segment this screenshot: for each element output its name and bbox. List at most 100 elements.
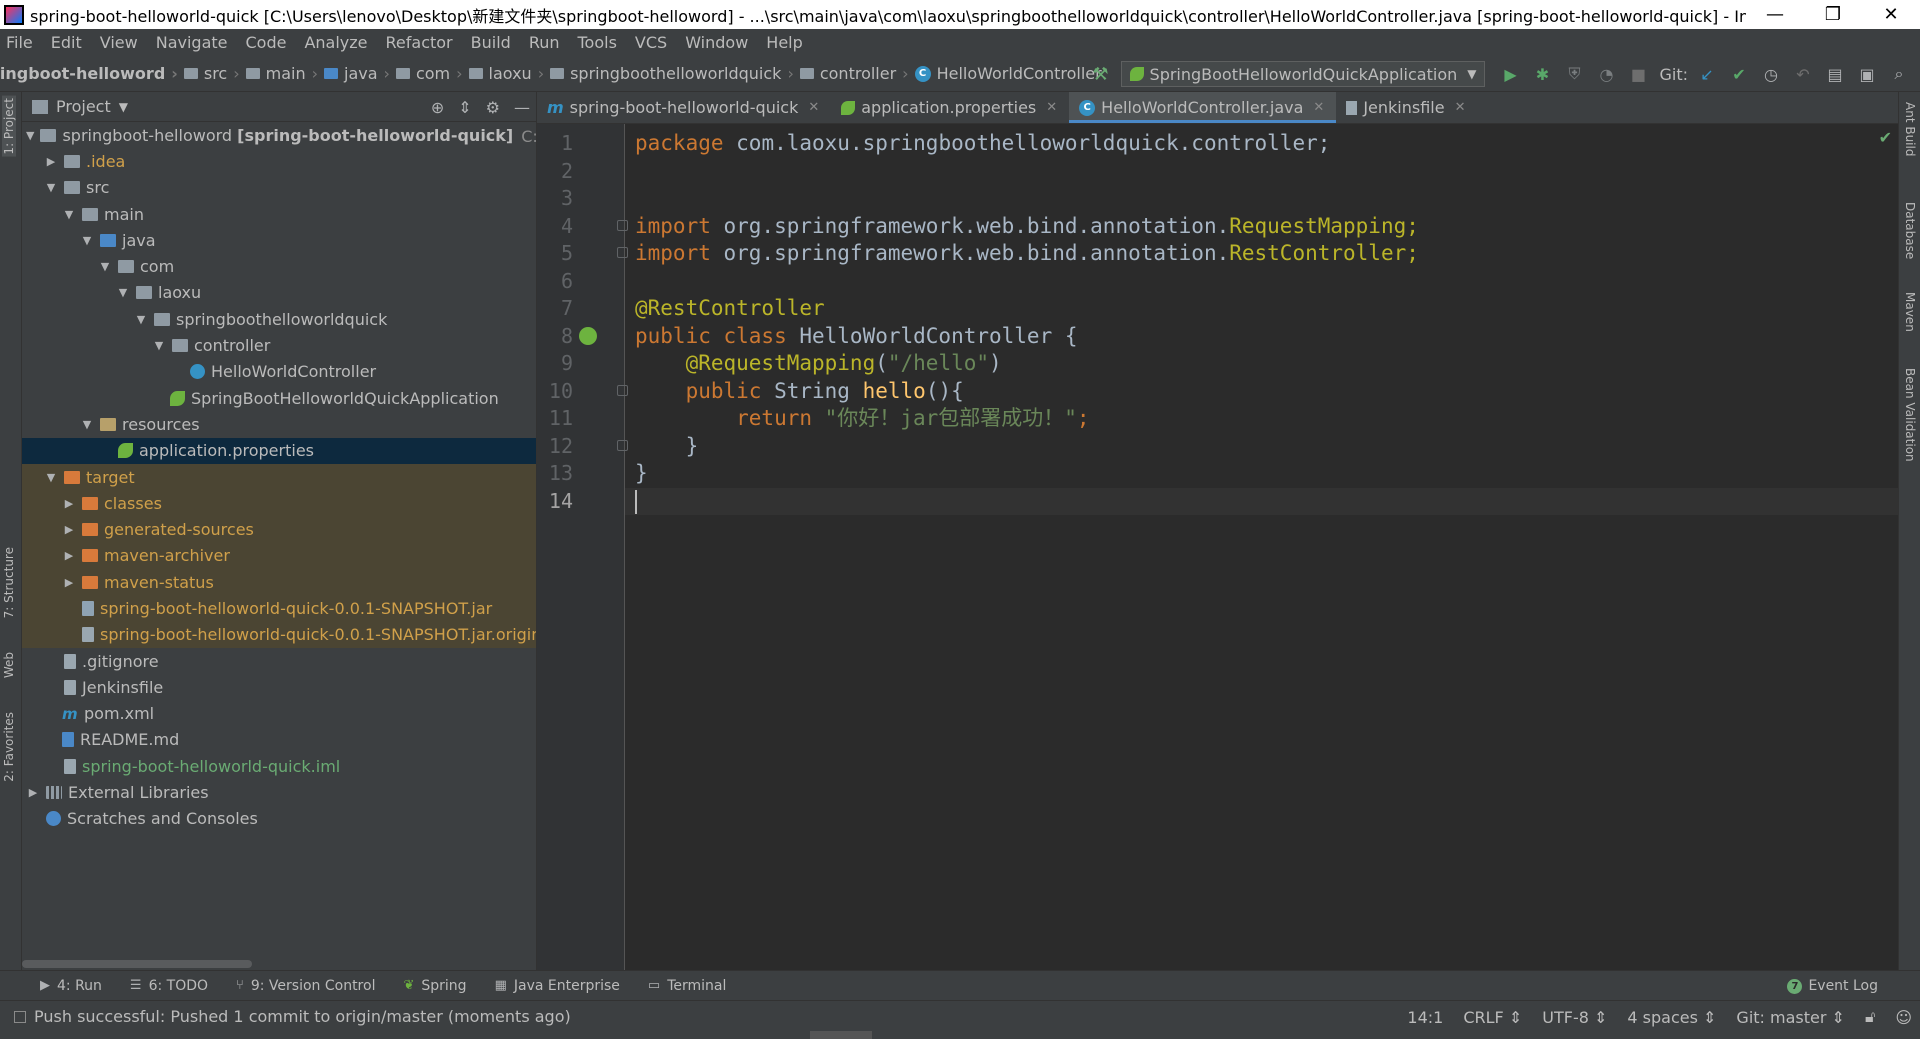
git-update-icon[interactable]: ↙ <box>1696 63 1718 85</box>
tree-item[interactable]: .gitignore <box>22 648 536 674</box>
collapse-all-icon[interactable]: ⇕ <box>458 98 471 117</box>
encoding-selector[interactable]: UTF-8 ⇕ <box>1542 1008 1607 1027</box>
menu-run[interactable]: Run <box>529 33 560 52</box>
chevron-right-icon[interactable]: ▶ <box>26 786 40 799</box>
tool-tab-web[interactable]: Web <box>2 652 16 678</box>
event-log-tab[interactable]: 7 Event Log <box>1787 971 1878 1001</box>
fold-marker-icon[interactable] <box>617 220 628 231</box>
menu-code[interactable]: Code <box>246 33 287 52</box>
toggle-tool-windows-icon[interactable] <box>14 1011 26 1023</box>
git-rollback-icon[interactable]: ↶ <box>1792 63 1814 85</box>
tree-item[interactable]: ▶ External Libraries <box>22 779 536 805</box>
inspection-ok-icon[interactable]: ✔ <box>1879 128 1892 147</box>
search-icon[interactable]: ⌕ <box>1888 63 1910 85</box>
breadcrumb-controller[interactable]: controller › <box>799 64 909 83</box>
chevron-down-icon[interactable]: ▼ <box>98 260 112 273</box>
breadcrumb-laoxu[interactable]: laoxu › <box>468 64 544 83</box>
menu-file[interactable]: File <box>6 33 33 52</box>
fold-marker-icon[interactable] <box>617 247 628 258</box>
menu-analyze[interactable]: Analyze <box>304 33 367 52</box>
tool-tab-terminal[interactable]: ▭ Terminal <box>648 978 726 994</box>
editor-gutter[interactable]: 1 2 3 4 5 6 7 8 9 10 11 12 13 14 <box>537 124 628 970</box>
build-hammer-icon[interactable]: ⚒ <box>1092 64 1108 85</box>
locate-file-icon[interactable]: ⊕ <box>431 98 444 117</box>
breadcrumb-springboothelloworldquick[interactable]: springboothelloworldquick › <box>550 64 794 83</box>
tool-tab-ant-build[interactable]: Ant Build <box>1903 102 1917 156</box>
tool-tab-database[interactable]: Database <box>1903 202 1917 259</box>
tool-tab-project[interactable]: 1: Project <box>2 96 16 157</box>
close-icon[interactable]: ✕ <box>1046 100 1057 115</box>
menu-vcs[interactable]: VCS <box>635 33 667 52</box>
menu-window[interactable]: Window <box>685 33 748 52</box>
breadcrumb-root[interactable]: ringboot-helloword › <box>0 64 178 83</box>
tool-tab-java-enterprise[interactable]: ▦ Java Enterprise <box>495 978 620 994</box>
fold-marker-icon[interactable] <box>617 440 628 451</box>
indent-selector[interactable]: 4 spaces ⇕ <box>1627 1008 1716 1027</box>
tree-item[interactable]: Scratches and Consoles <box>22 806 536 832</box>
breadcrumb-com[interactable]: com › <box>395 64 463 83</box>
tree-item[interactable]: ▼ resources <box>22 411 536 437</box>
chevron-down-icon[interactable]: ▼ <box>44 471 58 484</box>
menu-build[interactable]: Build <box>471 33 511 52</box>
menu-view[interactable]: View <box>100 33 138 52</box>
chevron-right-icon[interactable]: ▶ <box>62 497 76 510</box>
tree-item[interactable]: ▼ java <box>22 227 536 253</box>
status-message[interactable]: Push successful: Pushed 1 commit to orig… <box>14 1007 571 1026</box>
breadcrumb-java[interactable]: java › <box>324 64 390 83</box>
run-configuration-select[interactable]: SpringBootHelloworldQuickApplication ▼ <box>1120 61 1486 87</box>
line-separator-selector[interactable]: CRLF ⇕ <box>1463 1008 1522 1027</box>
fold-marker-icon[interactable] <box>617 385 628 396</box>
close-button[interactable]: ✕ <box>1862 0 1920 29</box>
tree-item[interactable]: spring-boot-helloworld-quick.iml <box>22 753 536 779</box>
git-commit-icon[interactable]: ✔ <box>1728 63 1750 85</box>
tree-item[interactable]: spring-boot-helloworld-quick-0.0.1-SNAPS… <box>22 595 536 622</box>
chevron-right-icon[interactable]: ▶ <box>44 155 58 168</box>
tree-item[interactable]: ▼ controller <box>22 332 536 358</box>
tool-tab-spring[interactable]: ❦ Spring <box>403 978 466 994</box>
restore-button[interactable]: ❐ <box>1804 0 1862 29</box>
tree-item[interactable]: README.md <box>22 727 536 753</box>
lock-icon[interactable]: 🔓︎ <box>1865 1007 1875 1027</box>
chevron-right-icon[interactable]: ▶ <box>62 523 76 536</box>
profile-icon[interactable]: ◔ <box>1595 63 1617 85</box>
tree-item[interactable]: ▼ target <box>22 463 536 491</box>
chevron-down-icon[interactable]: ▼ <box>26 129 34 142</box>
tree-item[interactable]: ▶ classes <box>22 490 536 517</box>
breadcrumb-src[interactable]: src › <box>183 64 240 83</box>
caret-position[interactable]: 14:1 <box>1407 1008 1443 1027</box>
hide-panel-icon[interactable]: — <box>514 98 530 117</box>
git-history-icon[interactable]: ◷ <box>1760 63 1782 85</box>
hector-icon[interactable]: ☺ <box>1895 1008 1912 1027</box>
chevron-right-icon[interactable]: ▶ <box>62 549 76 562</box>
tab-application-properties[interactable]: application.properties ✕ <box>831 92 1069 123</box>
chevron-down-icon[interactable]: ▼ <box>62 208 76 221</box>
tree-item[interactable]: ▶ generated-sources <box>22 516 536 543</box>
code-editor[interactable]: package com.laoxu.springboothelloworldqu… <box>625 124 1898 970</box>
tool-tab-todo[interactable]: ☰ 6: TODO <box>130 978 208 994</box>
tool-tab-run[interactable]: ▶ 4: Run <box>40 978 102 994</box>
chevron-right-icon[interactable]: ▶ <box>62 576 76 589</box>
tree-item[interactable]: m pom.xml <box>22 701 536 727</box>
chevron-down-icon[interactable]: ▼ <box>80 234 94 247</box>
tree-item[interactable]: SpringBootHelloworldQuickApplication <box>22 385 536 411</box>
menu-edit[interactable]: Edit <box>51 33 82 52</box>
tree-item[interactable]: ▼ main <box>22 201 536 227</box>
breadcrumb-main[interactable]: main › <box>245 64 318 83</box>
tool-tab-structure[interactable]: 7: Structure <box>2 547 16 618</box>
horizontal-scrollbar[interactable] <box>22 960 252 968</box>
tree-item[interactable]: ▼ com <box>22 253 536 279</box>
chevron-down-icon[interactable]: ▼ <box>80 418 94 431</box>
tool-tab-version-control[interactable]: ⑂ 9: Version Control <box>236 978 375 994</box>
presentation-mode-icon[interactable]: ▣ <box>1856 63 1878 85</box>
debug-icon[interactable]: ✱ <box>1531 63 1553 85</box>
tool-tab-bean-validation[interactable]: Bean Validation <box>1903 368 1917 462</box>
git-branch-selector[interactable]: Git: master ⇕ <box>1736 1008 1845 1027</box>
stop-icon[interactable]: ■ <box>1627 63 1649 85</box>
close-icon[interactable]: ✕ <box>1455 100 1466 115</box>
tree-item[interactable]: HelloWorldController <box>22 359 536 385</box>
tab-jenkinsfile[interactable]: Jenkinsfile ✕ <box>1336 92 1477 123</box>
menu-tools[interactable]: Tools <box>578 33 617 52</box>
tree-item[interactable]: ▶ maven-status <box>22 569 536 596</box>
close-icon[interactable]: ✕ <box>1313 100 1324 115</box>
menu-refactor[interactable]: Refactor <box>386 33 453 52</box>
